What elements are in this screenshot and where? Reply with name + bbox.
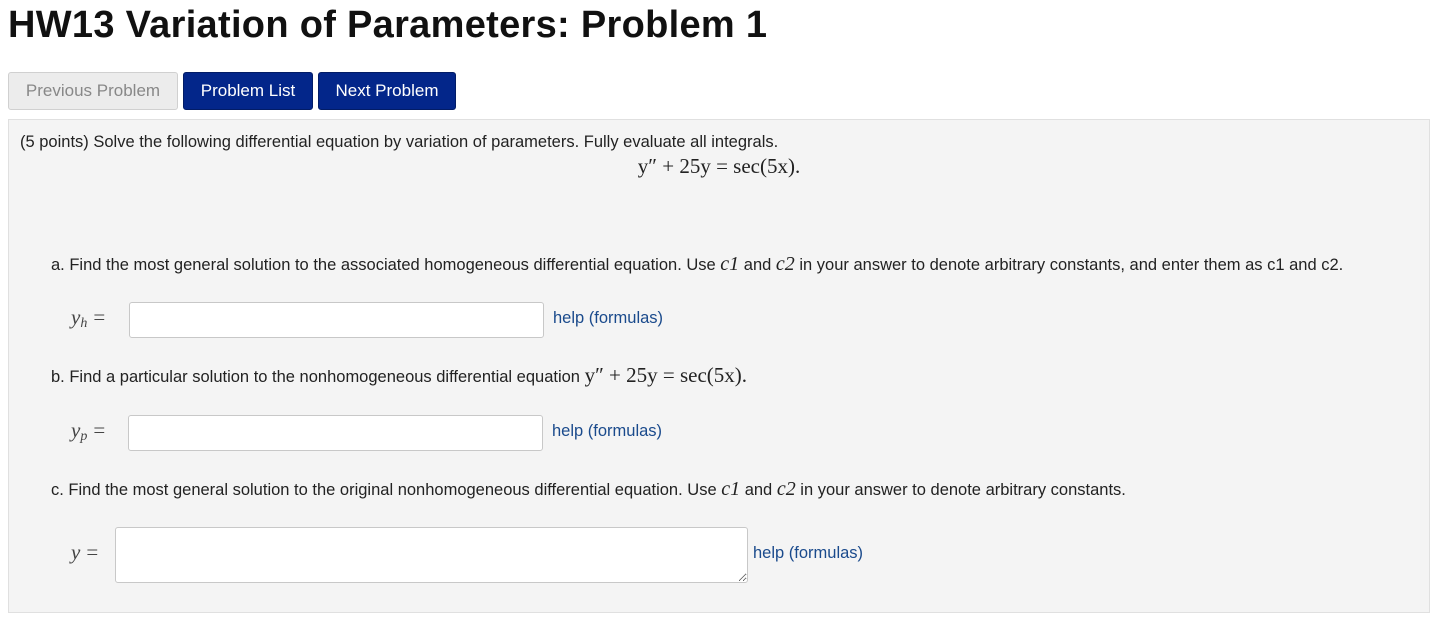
help-formulas-link-c[interactable]: help (formulas) (753, 544, 863, 563)
problem-intro: (5 points) Solve the following different… (20, 133, 779, 151)
y-answer-textarea[interactable] (115, 527, 748, 583)
c1-symbol: c1 (721, 478, 741, 500)
problem-list-button[interactable]: Problem List (183, 72, 313, 110)
help-formulas-link-b[interactable]: help (formulas) (552, 422, 662, 441)
differential-equation: y″ + 25y = sec(5x). (637, 154, 801, 178)
previous-problem-button[interactable]: Previous Problem (8, 72, 178, 110)
part-b-instructions: b. Find a particular solution to the non… (51, 363, 748, 387)
y-label: y = (71, 540, 99, 564)
c1-symbol: c1 (720, 253, 740, 275)
yh-answer-input[interactable] (129, 302, 544, 338)
yh-label: yh = (71, 305, 106, 331)
help-formulas-link-a[interactable]: help (formulas) (553, 309, 663, 328)
next-problem-button[interactable]: Next Problem (318, 72, 456, 110)
yp-label: yp = (71, 418, 106, 444)
part-c-instructions: c. Find the most general solution to the… (51, 478, 1126, 500)
part-a-instructions: a. Find the most general solution to the… (51, 253, 1344, 275)
page-title: HW13 Variation of Parameters: Problem 1 (8, 4, 768, 46)
problem-panel: (5 points) Solve the following different… (8, 119, 1430, 613)
inline-equation: y″ + 25y = sec(5x). (584, 363, 748, 387)
c2-symbol: c2 (776, 478, 796, 500)
yp-answer-input[interactable] (128, 415, 543, 451)
c2-symbol: c2 (775, 253, 795, 275)
